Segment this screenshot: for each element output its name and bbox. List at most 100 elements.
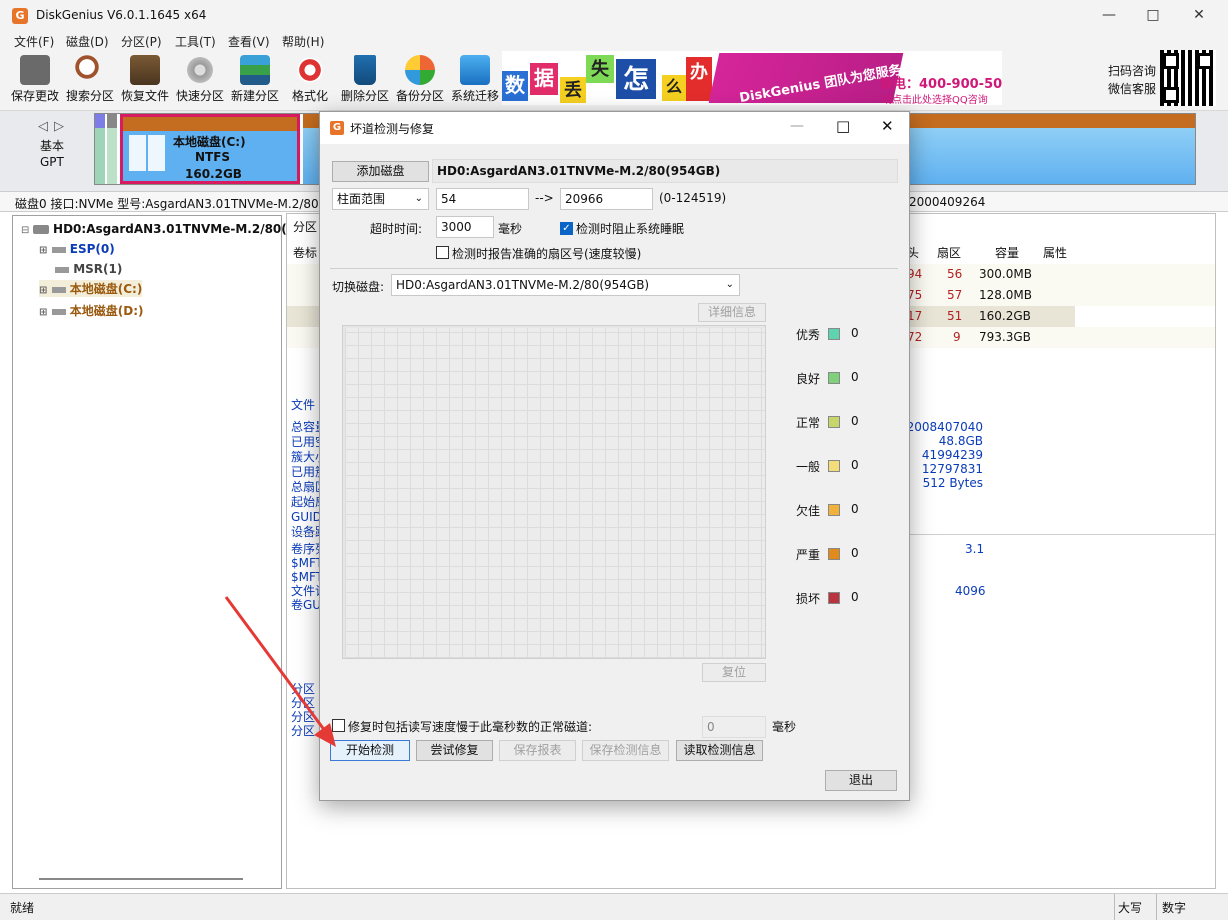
search-partition-button[interactable]: 搜索分区 [62, 53, 118, 105]
fs-label: 文件 [291, 398, 316, 412]
banner-char: 数 [502, 71, 528, 101]
legend-swatch [828, 460, 840, 472]
banner-qq: 或点击此处选择QQ咨询 [882, 95, 988, 105]
trash-icon [354, 55, 376, 85]
switch-disk-select[interactable]: HD0:AsgardAN3.01TNVMe-M.2/80(954GB) ⌄ [391, 274, 740, 296]
legend-damaged: 损坏 0 [796, 590, 859, 606]
dialog-maximize-button[interactable]: □ [836, 117, 850, 135]
add-disk-button[interactable]: 添加磁盘 [332, 161, 429, 182]
range-type-select[interactable]: 柱面范围 ⌄ [332, 188, 429, 210]
restore-icon [130, 55, 160, 85]
tab-partitions[interactable]: 分区 [293, 218, 317, 235]
annotation-arrow-icon [224, 596, 336, 747]
dialog-app-icon: G [330, 121, 344, 135]
lifebuoy-icon [295, 55, 325, 85]
prev-disk-icon[interactable]: ◁ [38, 119, 48, 134]
menu-bar: 文件(F) 磁盘(D) 分区(P) 工具(T) 查看(V) 帮助(H) [0, 31, 1228, 51]
new-partition-button[interactable]: 新建分区 [227, 53, 283, 105]
maximize-button[interactable]: □ [1130, 0, 1176, 31]
tree-item-esp[interactable]: ⊞ ESP(0) [39, 242, 115, 256]
close-button[interactable]: ✕ [1176, 0, 1222, 31]
sector-map-grid [342, 325, 766, 659]
menu-partition[interactable]: 分区(P) [121, 33, 162, 50]
col-attr: 属性 [1043, 246, 1068, 260]
disk-info-right: 2000409264 [909, 195, 986, 209]
dialog-minimize-button[interactable]: — [790, 118, 804, 134]
delete-partition-button[interactable]: 删除分区 [337, 53, 393, 105]
partition-msr[interactable] [107, 114, 117, 184]
menu-disk[interactable]: 磁盘(D) [66, 33, 109, 50]
report-exact-checkbox[interactable] [436, 246, 449, 259]
save-scan-info-button[interactable]: 保存检测信息 [582, 740, 669, 761]
repair-ms-unit: 毫秒 [772, 720, 797, 734]
qr-label-2: 微信客服 [1108, 82, 1157, 96]
disk-icon [185, 55, 215, 85]
range-from-input[interactable]: 54 [436, 188, 529, 210]
save-changes-button[interactable]: 保存更改 [7, 53, 63, 105]
menu-tools[interactable]: 工具(T) [175, 33, 216, 50]
format-button[interactable]: 格式化 [282, 53, 338, 105]
legend-swatch [828, 592, 840, 604]
menu-view[interactable]: 查看(V) [228, 33, 270, 50]
legend-swatch [828, 548, 840, 560]
disk-name-field: HD0:AsgardAN3.01TNVMe-M.2/80(954GB) [432, 159, 898, 183]
qr-label-1: 扫码咨询 [1108, 64, 1157, 78]
menu-help[interactable]: 帮助(H) [282, 33, 324, 50]
banner-char: 么 [662, 75, 686, 101]
next-disk-icon[interactable]: ▷ [54, 119, 64, 134]
backup-partition-button[interactable]: 备份分区 [392, 53, 448, 105]
exit-button[interactable]: 退出 [825, 770, 897, 791]
tree-item-c[interactable]: ⊞ 本地磁盘(C:) [39, 280, 143, 297]
prevent-sleep-checkbox[interactable]: ✓ [560, 222, 573, 235]
bad-sector-dialog: G 坏道检测与修复 — □ ✕ 添加磁盘 HD0:AsgardAN3.01TNV… [319, 111, 910, 801]
recover-files-button[interactable]: 恢复文件 [117, 53, 173, 105]
tree-scrollbar[interactable] [39, 878, 243, 880]
tree-item-d[interactable]: ⊞ 本地磁盘(D:) [39, 302, 144, 319]
prevent-sleep-label: 检测时阻止系统睡眠 [576, 222, 685, 236]
tree-root[interactable]: ⊟ HD0:AsgardAN3.01TNVMe-M.2/80(95 [21, 222, 303, 236]
layers-icon [240, 55, 270, 85]
backup-icon [405, 55, 435, 85]
menu-file[interactable]: 文件(F) [14, 33, 54, 50]
quick-partition-button[interactable]: 快速分区 [172, 53, 228, 105]
info-version: 3.1 [965, 542, 985, 556]
toolbar-label: 系统迁移 [450, 89, 499, 103]
status-text: 就绪 [10, 901, 35, 915]
try-repair-button[interactable]: 尝试修复 [416, 740, 493, 761]
partition-c-size: 160.2GB [185, 167, 242, 181]
dialog-title-bar: G 坏道检测与修复 — □ ✕ [320, 112, 909, 144]
chevron-down-icon: ⌄ [725, 279, 734, 290]
banner-char: 怎 [616, 59, 656, 99]
timeout-input[interactable]: 3000 [436, 216, 494, 238]
save-report-button[interactable]: 保存报表 [499, 740, 576, 761]
range-to-input[interactable]: 20966 [560, 188, 653, 210]
app-icon: G [12, 8, 28, 24]
legend-normal: 正常 0 [796, 414, 859, 430]
repair-ms-input[interactable]: 0 [702, 716, 766, 738]
reset-button[interactable]: 复位 [702, 663, 766, 682]
num-indicator: 数字 [1162, 901, 1187, 915]
banner-char: 失 [586, 55, 614, 83]
load-scan-info-button[interactable]: 读取检测信息 [676, 740, 763, 761]
toolbar-label: 保存更改 [10, 89, 59, 103]
legend-good: 良好 0 [796, 370, 859, 386]
partition-c-fs: NTFS [195, 150, 231, 164]
info-cluster: 4096 [955, 584, 986, 598]
legend-swatch [828, 372, 840, 384]
system-migrate-button[interactable]: 系统迁移 [447, 53, 503, 105]
ad-banner[interactable]: 数 据 丢 失 怎 么 办 DiskGenius 团队为您服务 致电：400-9… [502, 51, 1002, 105]
timeout-label: 超时时间: [370, 222, 423, 236]
minimize-button[interactable]: — [1086, 0, 1132, 31]
detail-info-button[interactable]: 详细信息 [698, 303, 766, 322]
dialog-close-button[interactable]: ✕ [881, 117, 894, 135]
toolbar-label: 删除分区 [340, 89, 389, 103]
toolbar-label: 搜索分区 [65, 89, 114, 103]
qr-code-icon[interactable] [1160, 50, 1216, 106]
legend-swatch [828, 416, 840, 428]
tree-item-msr[interactable]: MSR(1) [55, 262, 122, 276]
partition-c-name: 本地磁盘(C:) [173, 135, 246, 149]
partition-c[interactable]: 本地磁盘(C:) NTFS 160.2GB [120, 114, 300, 184]
disk-type-basic: 基本 [40, 139, 65, 153]
partition-esp[interactable] [95, 114, 105, 184]
legend-severe: 严重 0 [796, 546, 859, 562]
